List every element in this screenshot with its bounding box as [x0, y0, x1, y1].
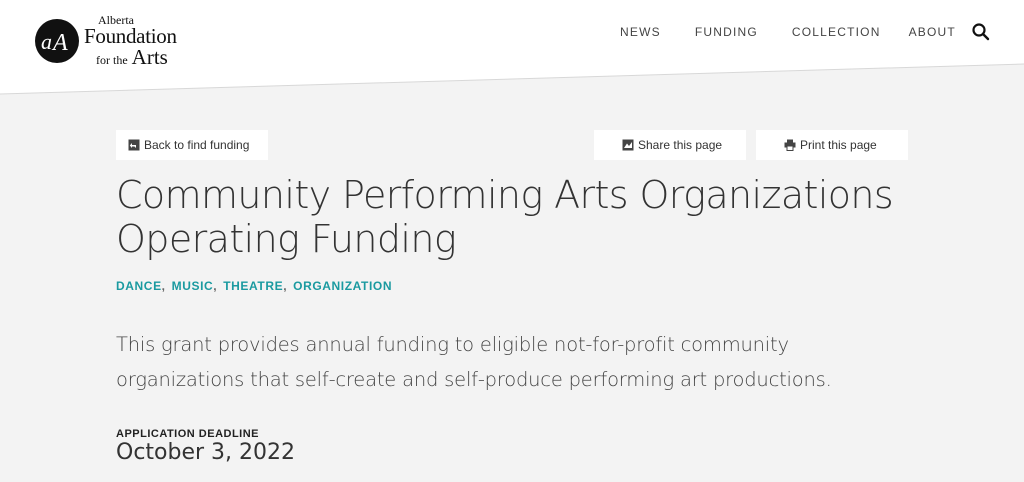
- page-title: Community Performing Arts Organizations …: [116, 173, 894, 261]
- site-header: a A Alberta Foundation for the Arts NEWS…: [0, 0, 1024, 96]
- svg-text:A: A: [51, 30, 68, 56]
- grant-description: This grant provides annual funding to el…: [116, 333, 832, 391]
- back-button-label: Back to find funding: [144, 138, 250, 152]
- nav-collection-label: COLLECTION: [791, 25, 881, 39]
- tag-separator: ,: [161, 279, 166, 293]
- nav-news-label: NEWS: [620, 25, 661, 39]
- logo-wordmark: Alberta Foundation for the Arts: [84, 14, 177, 68]
- share-page-button[interactable]: Share this page: [594, 130, 746, 160]
- svg-text:a: a: [41, 29, 52, 54]
- logo-line-arts: Arts: [131, 45, 168, 69]
- deadline-value: October 3, 2022: [116, 440, 296, 465]
- logo-line-for-the: for the: [96, 53, 128, 67]
- print-button-label: Print this page: [800, 138, 877, 152]
- tag-separator: ,: [213, 279, 218, 293]
- tag-dance[interactable]: DANCE: [116, 279, 162, 293]
- nav-collection[interactable]: COLLECTION: [778, 15, 895, 49]
- tag-separator: ,: [283, 279, 288, 293]
- deadline-label: APPLICATION DEADLINE: [116, 428, 260, 440]
- afa-logo-icon: a A: [35, 19, 79, 63]
- nav-funding[interactable]: FUNDING: [674, 15, 778, 49]
- share-icon: [622, 139, 634, 151]
- discipline-tags: DANCE, MUSIC, THEATRE, ORGANIZATION: [116, 279, 392, 293]
- tag-theatre[interactable]: THEATRE: [223, 279, 283, 293]
- main-nav: NEWS FUNDING COLLECTION ABOUT: [606, 14, 970, 50]
- printer-icon: [784, 139, 796, 151]
- search-icon[interactable]: [971, 22, 991, 42]
- tag-organization[interactable]: ORGANIZATION: [293, 279, 392, 293]
- share-button-label: Share this page: [638, 138, 723, 152]
- nav-funding-label: FUNDING: [694, 25, 758, 39]
- back-to-find-funding-button[interactable]: Back to find funding: [116, 130, 268, 160]
- nav-about-label: ABOUT: [908, 25, 956, 39]
- tag-music[interactable]: MUSIC: [172, 279, 214, 293]
- logo-line-foundation: Foundation: [84, 24, 177, 48]
- print-page-button[interactable]: Print this page: [756, 130, 908, 160]
- nav-about[interactable]: ABOUT: [895, 15, 970, 49]
- back-arrow-icon: [128, 139, 140, 151]
- nav-news[interactable]: NEWS: [606, 15, 675, 49]
- site-logo[interactable]: a A Alberta Foundation for the Arts: [34, 14, 177, 68]
